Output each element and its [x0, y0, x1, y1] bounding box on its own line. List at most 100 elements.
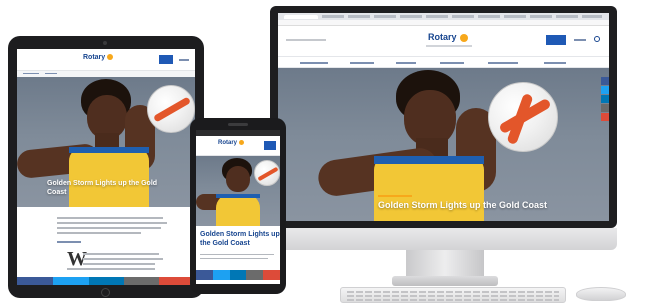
linkedin-icon[interactable]	[230, 270, 246, 280]
twitter-icon[interactable]	[213, 270, 230, 280]
nav-item[interactable]	[396, 62, 416, 64]
site-logo[interactable]: Rotary	[428, 32, 469, 42]
tablet-hero-image: Golden Storm Lights up the Gold Coast	[17, 77, 195, 207]
phone-share-bar	[196, 270, 280, 280]
tablet-camera	[103, 41, 107, 45]
ball-stripe	[152, 96, 192, 123]
singlet-trim	[374, 156, 484, 164]
menu-button[interactable]	[264, 141, 276, 150]
linkedin-icon[interactable]	[601, 95, 609, 103]
article-text-line	[200, 254, 274, 255]
browser-tab[interactable]	[284, 15, 318, 19]
email-icon[interactable]	[124, 277, 159, 285]
phone-header: Rotary	[196, 136, 280, 156]
logo-text: Rotary	[218, 140, 238, 147]
site-header: Rotary	[278, 26, 609, 56]
phone-hero-image	[196, 156, 280, 226]
phone-headline[interactable]: Golden Storm Lights up the Gold Coast	[200, 230, 280, 248]
article-text-line	[57, 227, 161, 229]
rotary-wheel-icon	[107, 54, 114, 61]
headline-line: Golden Storm Lights up the Gold	[47, 180, 158, 187]
phone-screen: Rotary Golden Storm Lights up the Gold C…	[196, 130, 280, 284]
site-logo[interactable]: Rotary	[83, 54, 114, 61]
language-selector[interactable]	[574, 39, 586, 41]
join-button[interactable]	[159, 55, 173, 64]
nav-item[interactable]	[488, 62, 518, 64]
site-logo[interactable]: Rotary	[218, 140, 244, 146]
menu-link[interactable]	[179, 59, 189, 61]
header-utility-links[interactable]	[286, 39, 326, 41]
article-text-line	[67, 268, 155, 270]
singlet-trim	[69, 147, 149, 153]
yellow-singlet	[374, 156, 484, 221]
ball-stripe	[257, 166, 279, 182]
facebook-icon[interactable]	[601, 77, 609, 85]
nav-item[interactable]	[300, 62, 328, 64]
netball	[147, 85, 195, 133]
share-icon[interactable]	[263, 270, 280, 280]
monitor-stand-base	[392, 276, 498, 286]
linkedin-icon[interactable]	[89, 277, 124, 285]
article-text-line	[83, 253, 159, 255]
email-icon[interactable]	[601, 104, 609, 112]
key-row	[347, 295, 559, 297]
article-text-line	[57, 232, 141, 234]
tablet-headline[interactable]: Golden Storm Lights up the Gold Coast	[47, 179, 157, 197]
athlete-head	[226, 166, 250, 192]
headline-line: Coast	[47, 189, 67, 196]
article-text-line	[200, 258, 268, 259]
phone-device: Rotary Golden Storm Lights up the Gold C…	[190, 118, 286, 294]
nav-item[interactable]	[440, 62, 464, 64]
logo-text: Rotary	[428, 32, 457, 42]
key-row	[347, 299, 559, 301]
join-button[interactable]	[546, 35, 566, 45]
email-icon[interactable]	[246, 270, 263, 280]
article-text-line	[83, 263, 155, 265]
monitor-chin	[270, 228, 617, 250]
nav-item[interactable]	[350, 62, 374, 64]
headline-category	[378, 195, 412, 197]
tablet-header: Rotary	[17, 49, 195, 71]
tablet-device: Rotary Golden Storm Lights up the Gold C…	[8, 36, 204, 298]
main-nav	[278, 56, 609, 68]
rotary-wheel-icon	[460, 33, 469, 42]
desktop-screen: Rotary Golden Storm Lights up the Gold C…	[278, 13, 609, 221]
desktop-monitor: Rotary Golden Storm Lights up the Gold C…	[270, 6, 617, 228]
nav-item[interactable]	[45, 73, 57, 74]
headline-line: the Gold Coast	[200, 240, 250, 247]
tablet-home-button	[101, 288, 110, 297]
browser-tab-strip	[278, 13, 609, 20]
tablet-share-bar	[17, 277, 195, 285]
netball	[254, 160, 280, 186]
tablet-screen: Rotary Golden Storm Lights up the Gold C…	[17, 49, 195, 285]
logo-text: Rotary	[83, 54, 106, 61]
singlet-trim	[216, 194, 260, 198]
phone-speaker	[228, 123, 248, 126]
monitor-stand-neck	[406, 250, 484, 276]
mouse	[576, 287, 626, 301]
yellow-singlet	[216, 194, 260, 226]
bookmarks-bar[interactable]	[322, 15, 602, 18]
hero-headline[interactable]: Golden Storm Lights up the Gold Coast	[378, 200, 547, 210]
article-text-line	[83, 258, 163, 260]
facebook-icon[interactable]	[196, 270, 213, 280]
facebook-icon[interactable]	[17, 277, 53, 285]
twitter-icon[interactable]	[601, 86, 609, 94]
logo-tagline	[426, 45, 472, 47]
device-mockup-stage: Rotary Golden Storm Lights up the Gold C…	[0, 0, 654, 303]
hero-image: Golden Storm Lights up the Gold Coast	[278, 68, 609, 221]
nav-item[interactable]	[23, 73, 39, 74]
twitter-icon[interactable]	[53, 277, 89, 285]
read-more-link[interactable]	[57, 241, 81, 243]
headline-line: Golden Storm Lights up	[200, 231, 280, 238]
yellow-singlet	[69, 147, 149, 207]
rotary-wheel-icon	[238, 140, 244, 145]
article-text-line	[57, 217, 163, 219]
article-text-line	[57, 222, 167, 224]
netball	[488, 82, 558, 152]
key-row	[347, 291, 559, 293]
nav-item[interactable]	[544, 62, 566, 64]
keyboard	[340, 287, 566, 303]
search-icon[interactable]	[594, 36, 600, 42]
share-icon[interactable]	[601, 113, 609, 121]
